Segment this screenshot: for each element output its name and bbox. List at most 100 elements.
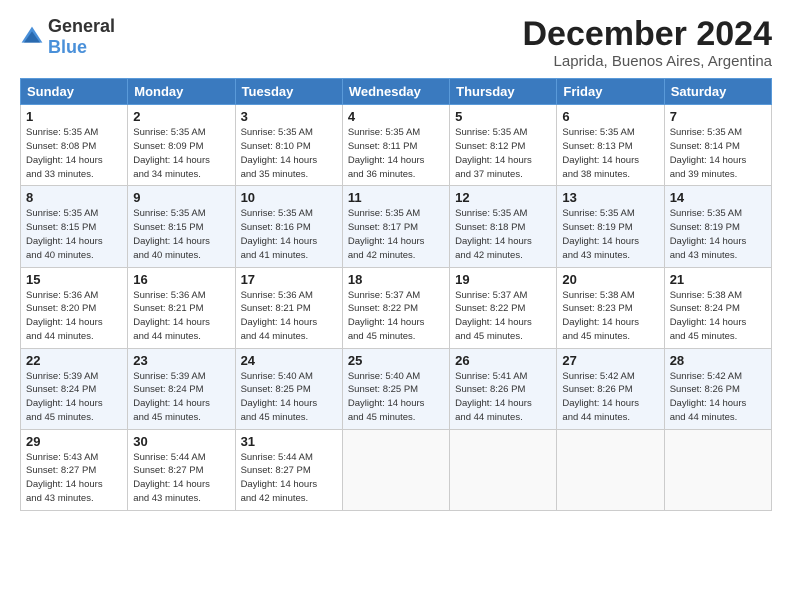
table-row: 13Sunrise: 5:35 AM Sunset: 8:19 PM Dayli… [557,186,664,267]
table-row: 6 Sunrise: 5:35 AM Sunset: 8:13 PM Daylig… [557,105,664,186]
main-title: December 2024 [522,16,772,53]
day-info: Sunrise: 5:35 AM Sunset: 8:19 PM Dayligh… [562,207,658,262]
table-row [450,429,557,510]
day-number: 3 [241,109,337,124]
table-row: 15 Sunrise: 5:36 AM Sunset: 8:20 PM Dayli… [21,267,128,348]
logo: General Blue [20,16,115,58]
header-monday: Monday [128,79,235,105]
day-info: Sunrise: 5:44 AM Sunset: 8:27 PM Dayligh… [133,451,229,506]
table-row: 21Sunrise: 5:38 AM Sunset: 8:24 PM Dayli… [664,267,771,348]
day-info: Sunrise: 5:36 AM Sunset: 8:20 PM Dayligh… [26,289,122,344]
day-number: 12 [455,190,551,205]
day-info: Sunrise: 5:37 AM Sunset: 8:22 PM Dayligh… [348,289,444,344]
day-number: 6 [562,109,658,124]
header: General Blue December 2024 Laprida, Buen… [20,16,772,70]
day-info: Sunrise: 5:35 AM Sunset: 8:15 PM Dayligh… [133,207,229,262]
day-info: Sunrise: 5:35 AM Sunset: 8:19 PM Dayligh… [670,207,766,262]
day-info: Sunrise: 5:35 AM Sunset: 8:11 PM Dayligh… [348,126,444,181]
table-row [664,429,771,510]
table-row: 7 Sunrise: 5:35 AM Sunset: 8:14 PM Daylig… [664,105,771,186]
day-number: 27 [562,353,658,368]
table-row: 22 Sunrise: 5:39 AM Sunset: 8:24 PM Dayli… [21,348,128,429]
table-row: 12 Sunrise: 5:35 AM Sunset: 8:18 PM Dayli… [450,186,557,267]
day-info: Sunrise: 5:35 AM Sunset: 8:13 PM Dayligh… [562,126,658,181]
day-number: 24 [241,353,337,368]
table-row: 1 Sunrise: 5:35 AM Sunset: 8:08 PM Daylig… [21,105,128,186]
title-block: December 2024 Laprida, Buenos Aires, Arg… [522,16,772,70]
day-number: 15 [26,272,122,287]
day-number: 1 [26,109,122,124]
table-row: 5 Sunrise: 5:35 AM Sunset: 8:12 PM Daylig… [450,105,557,186]
table-row: 10 Sunrise: 5:35 AM Sunset: 8:16 PM Dayli… [235,186,342,267]
day-info: Sunrise: 5:40 AM Sunset: 8:25 PM Dayligh… [348,370,444,425]
day-info: Sunrise: 5:41 AM Sunset: 8:26 PM Dayligh… [455,370,551,425]
header-wednesday: Wednesday [342,79,449,105]
table-row: 14 Sunrise: 5:35 AM Sunset: 8:19 PM Dayli… [664,186,771,267]
day-info: Sunrise: 5:38 AM Sunset: 8:23 PM Dayligh… [562,289,658,344]
subtitle: Laprida, Buenos Aires, Argentina [522,53,772,70]
table-row: 26 Sunrise: 5:41 AM Sunset: 8:26 PM Dayli… [450,348,557,429]
table-row: 23Sunrise: 5:39 AM Sunset: 8:24 PM Dayli… [128,348,235,429]
day-number: 2 [133,109,229,124]
table-row: 31 Sunrise: 5:44 AM Sunset: 8:27 PM Dayli… [235,429,342,510]
day-number: 22 [26,353,122,368]
day-info: Sunrise: 5:35 AM Sunset: 8:09 PM Dayligh… [133,126,229,181]
day-number: 20 [562,272,658,287]
logo-blue-text: Blue [48,37,87,57]
day-info: Sunrise: 5:36 AM Sunset: 8:21 PM Dayligh… [133,289,229,344]
day-info: Sunrise: 5:35 AM Sunset: 8:18 PM Dayligh… [455,207,551,262]
page: General Blue December 2024 Laprida, Buen… [0,0,792,612]
table-row: 18Sunrise: 5:37 AM Sunset: 8:22 PM Dayli… [342,267,449,348]
day-number: 16 [133,272,229,287]
day-info: Sunrise: 5:42 AM Sunset: 8:26 PM Dayligh… [670,370,766,425]
day-number: 11 [348,190,444,205]
header-friday: Friday [557,79,664,105]
day-info: Sunrise: 5:35 AM Sunset: 8:15 PM Dayligh… [26,207,122,262]
day-number: 10 [241,190,337,205]
header-sunday: Sunday [21,79,128,105]
day-info: Sunrise: 5:39 AM Sunset: 8:24 PM Dayligh… [133,370,229,425]
table-row: 20 Sunrise: 5:38 AM Sunset: 8:23 PM Dayli… [557,267,664,348]
logo-general-text: General [48,16,115,36]
header-tuesday: Tuesday [235,79,342,105]
day-number: 14 [670,190,766,205]
day-number: 21 [670,272,766,287]
table-row: 24 Sunrise: 5:40 AM Sunset: 8:25 PM Dayli… [235,348,342,429]
day-info: Sunrise: 5:42 AM Sunset: 8:26 PM Dayligh… [562,370,658,425]
table-row: 16 Sunrise: 5:36 AM Sunset: 8:21 PM Dayli… [128,267,235,348]
day-info: Sunrise: 5:40 AM Sunset: 8:25 PM Dayligh… [241,370,337,425]
table-row [557,429,664,510]
table-row: 19 Sunrise: 5:37 AM Sunset: 8:22 PM Dayli… [450,267,557,348]
day-info: Sunrise: 5:35 AM Sunset: 8:14 PM Dayligh… [670,126,766,181]
day-info: Sunrise: 5:44 AM Sunset: 8:27 PM Dayligh… [241,451,337,506]
table-row: 17Sunrise: 5:36 AM Sunset: 8:21 PM Dayli… [235,267,342,348]
day-number: 5 [455,109,551,124]
day-info: Sunrise: 5:35 AM Sunset: 8:16 PM Dayligh… [241,207,337,262]
table-row: 29 Sunrise: 5:43 AM Sunset: 8:27 PM Dayli… [21,429,128,510]
day-number: 31 [241,434,337,449]
day-number: 28 [670,353,766,368]
day-number: 29 [26,434,122,449]
table-row: 11Sunrise: 5:35 AM Sunset: 8:17 PM Dayli… [342,186,449,267]
table-row: 4 Sunrise: 5:35 AM Sunset: 8:11 PM Daylig… [342,105,449,186]
header-thursday: Thursday [450,79,557,105]
day-number: 26 [455,353,551,368]
day-info: Sunrise: 5:43 AM Sunset: 8:27 PM Dayligh… [26,451,122,506]
table-row: 25Sunrise: 5:40 AM Sunset: 8:25 PM Dayli… [342,348,449,429]
day-number: 30 [133,434,229,449]
day-info: Sunrise: 5:39 AM Sunset: 8:24 PM Dayligh… [26,370,122,425]
calendar-table: Sunday Monday Tuesday Wednesday Thursday… [20,78,772,510]
day-info: Sunrise: 5:35 AM Sunset: 8:08 PM Dayligh… [26,126,122,181]
day-number: 19 [455,272,551,287]
day-info: Sunrise: 5:37 AM Sunset: 8:22 PM Dayligh… [455,289,551,344]
day-number: 9 [133,190,229,205]
table-row: 30 Sunrise: 5:44 AM Sunset: 8:27 PM Dayli… [128,429,235,510]
day-info: Sunrise: 5:35 AM Sunset: 8:12 PM Dayligh… [455,126,551,181]
day-number: 8 [26,190,122,205]
table-row: 8 Sunrise: 5:35 AM Sunset: 8:15 PM Daylig… [21,186,128,267]
table-row [342,429,449,510]
day-number: 4 [348,109,444,124]
header-saturday: Saturday [664,79,771,105]
day-number: 7 [670,109,766,124]
weekday-header-row: Sunday Monday Tuesday Wednesday Thursday… [21,79,772,105]
